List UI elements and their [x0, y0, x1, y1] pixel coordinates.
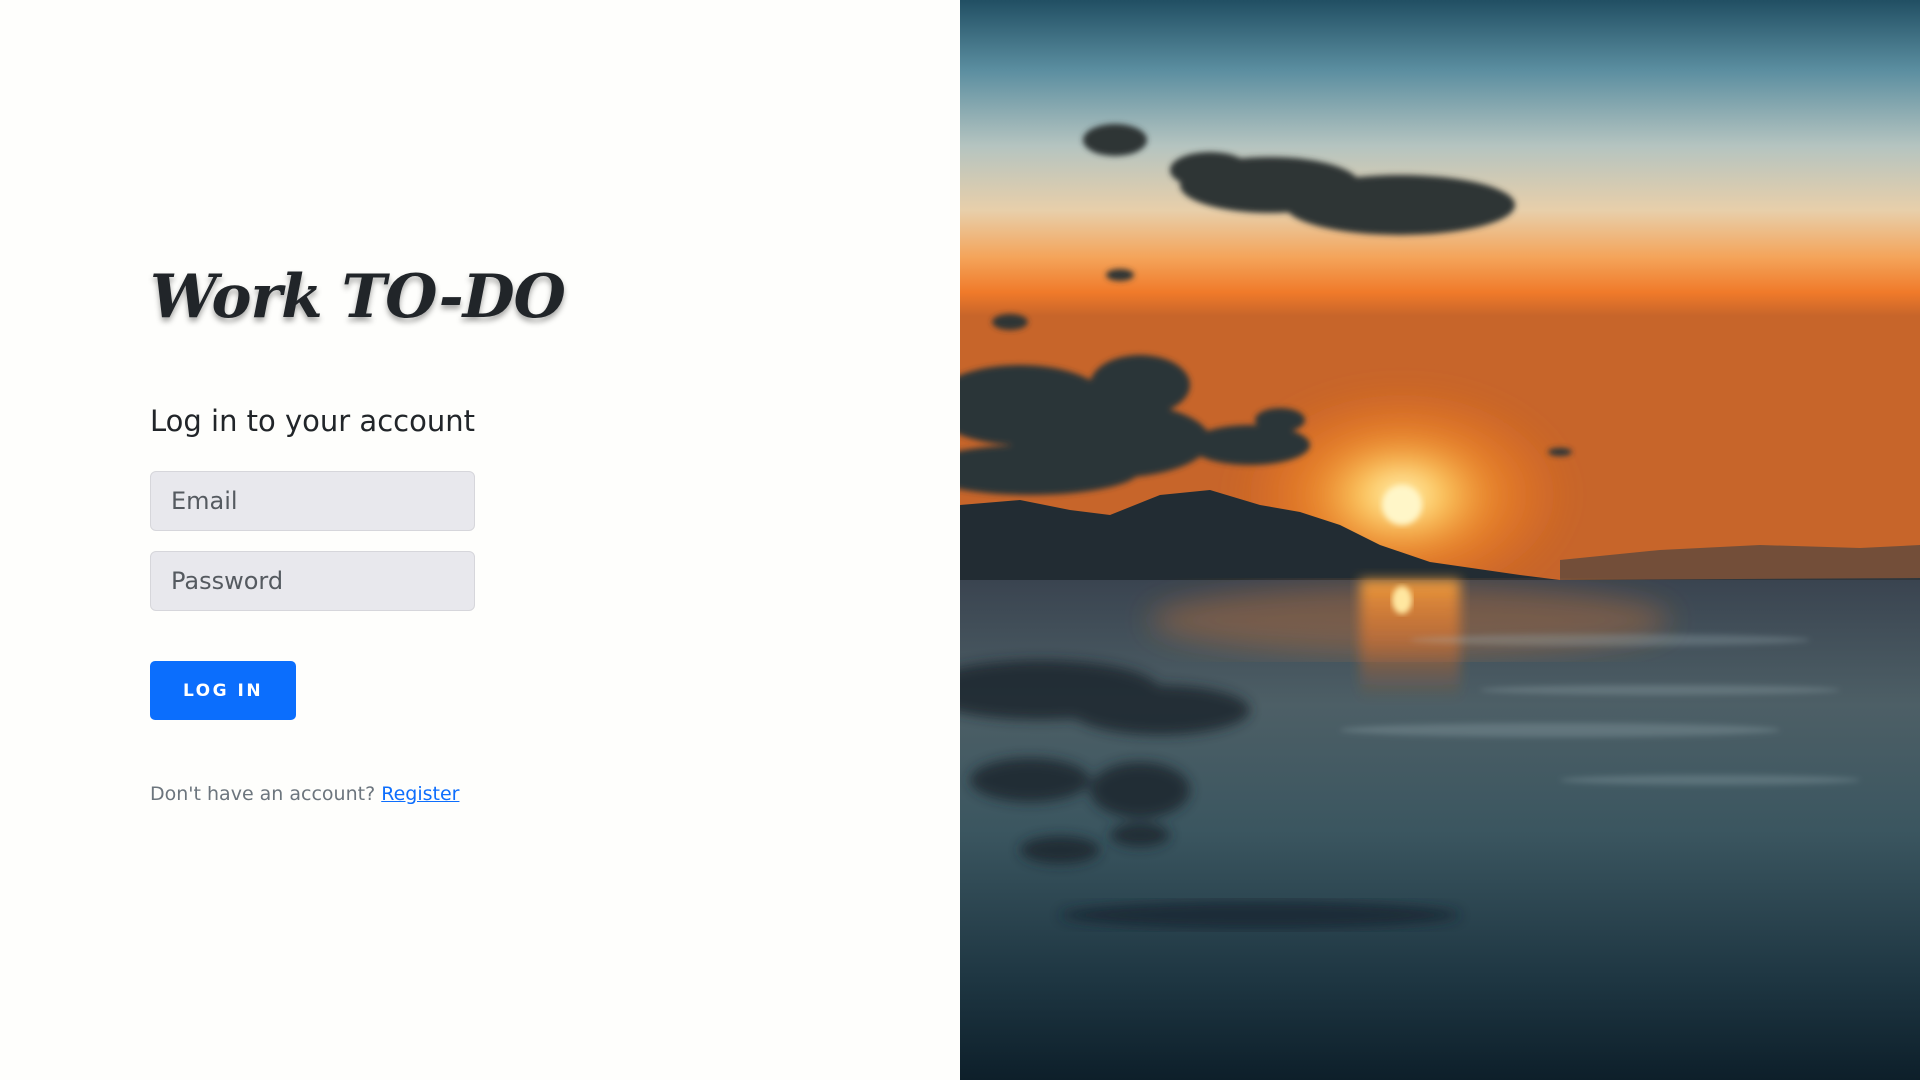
login-panel: Work TO-DO Log in to your account LOG IN… — [0, 0, 960, 1080]
brand-logo: Work TO-DO — [150, 262, 566, 332]
sunset-landscape-image — [960, 0, 1920, 1080]
email-field[interactable] — [150, 471, 475, 531]
page-title: Log in to your account — [150, 404, 475, 438]
login-page: Work TO-DO Log in to your account LOG IN… — [0, 0, 1920, 1080]
login-button[interactable]: LOG IN — [150, 661, 296, 720]
register-prompt-text: Don't have an account? — [150, 783, 376, 805]
register-prompt: Don't have an account? Register — [150, 783, 459, 805]
register-link[interactable]: Register — [381, 783, 459, 805]
password-field[interactable] — [150, 551, 475, 611]
hero-image — [960, 0, 1920, 1080]
